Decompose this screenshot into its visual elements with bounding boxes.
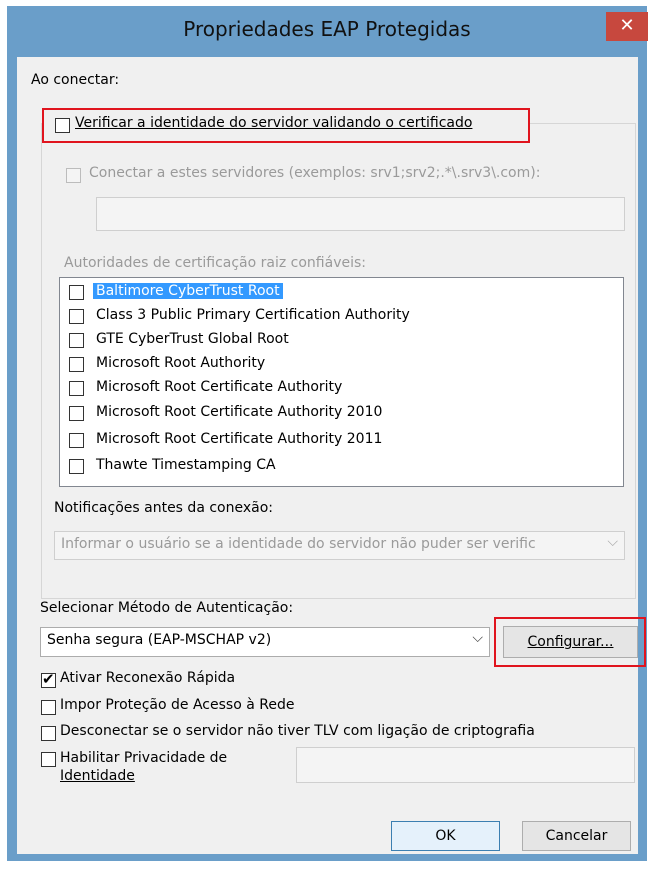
verify-server-checkbox[interactable] (55, 118, 70, 133)
servers-input[interactable] (96, 197, 625, 231)
disconnect-tlv-label[interactable]: Desconectar se o servidor não tiver TLV … (60, 723, 535, 739)
ca-checkbox[interactable] (69, 309, 84, 324)
on-connect-label: Ao conectar: (31, 72, 120, 88)
fast-reconnect-checkbox[interactable] (41, 670, 56, 688)
list-item[interactable]: Microsoft Root Certificate Authority 201… (60, 402, 623, 426)
dialog-window: Propriedades EAP Protegidas ✕ Ao conecta… (7, 6, 648, 861)
list-item[interactable]: Microsoft Root Authority (60, 353, 623, 377)
ok-button[interactable]: OK (391, 821, 500, 851)
ca-checkbox[interactable] (69, 459, 84, 474)
list-item[interactable]: Microsoft Root Certificate Authority 201… (60, 429, 623, 453)
close-icon: ✕ (619, 15, 635, 36)
list-item[interactable]: Baltimore CyberTrust Root (60, 281, 623, 305)
list-item[interactable]: GTE CyberTrust Global Root (60, 329, 623, 353)
chevron-down-icon: ⌵ (472, 630, 483, 646)
nap-checkbox[interactable] (41, 700, 56, 715)
configure-button[interactable]: Configurar... (503, 626, 638, 658)
fast-reconnect-label[interactable]: Ativar Reconexão Rápida (60, 670, 235, 686)
dialog-body: Ao conectar: Verificar a identidade do s… (17, 57, 646, 854)
ca-checkbox[interactable] (69, 333, 84, 348)
ca-checkbox[interactable] (69, 285, 84, 300)
disconnect-tlv-checkbox[interactable] (41, 726, 56, 741)
ca-checkbox[interactable] (69, 433, 84, 448)
trusted-ca-label: Autoridades de certificação raiz confiáv… (64, 255, 366, 271)
identity-privacy-label[interactable]: Habilitar Privacidade de Identidade (60, 749, 227, 785)
list-item[interactable]: Thawte Timestamping CA (60, 455, 623, 479)
window-title: Propriedades EAP Protegidas (183, 17, 471, 41)
identity-privacy-checkbox[interactable] (41, 752, 56, 767)
title-bar[interactable]: Propriedades EAP Protegidas ✕ (7, 6, 648, 57)
connect-servers-label: Conectar a estes servidores (exemplos: s… (89, 165, 541, 181)
auth-method-label: Selecionar Método de Autenticação: (40, 600, 294, 616)
trusted-ca-list[interactable]: Baltimore CyberTrust Root Class 3 Public… (59, 277, 624, 487)
nap-label[interactable]: Impor Proteção de Acesso à Rede (60, 697, 294, 713)
identity-input[interactable] (296, 747, 635, 783)
connect-servers-checkbox[interactable] (66, 168, 81, 183)
chevron-down-icon: ⌵ (607, 534, 618, 550)
notifications-label: Notificações antes da conexão: (54, 500, 273, 516)
verify-server-label[interactable]: Verificar a identidade do servidor valid… (75, 115, 472, 131)
auth-method-select[interactable]: Senha segura (EAP-MSCHAP v2) ⌵ (40, 627, 490, 657)
ca-checkbox[interactable] (69, 381, 84, 396)
ca-checkbox[interactable] (69, 357, 84, 372)
list-item[interactable]: Class 3 Public Primary Certification Aut… (60, 305, 623, 329)
close-button[interactable]: ✕ (606, 12, 648, 41)
notifications-select[interactable]: Informar o usuário se a identidade do se… (54, 531, 625, 560)
cancel-button[interactable]: Cancelar (522, 821, 631, 851)
ca-checkbox[interactable] (69, 406, 84, 421)
list-item[interactable]: Microsoft Root Certificate Authority (60, 377, 623, 401)
